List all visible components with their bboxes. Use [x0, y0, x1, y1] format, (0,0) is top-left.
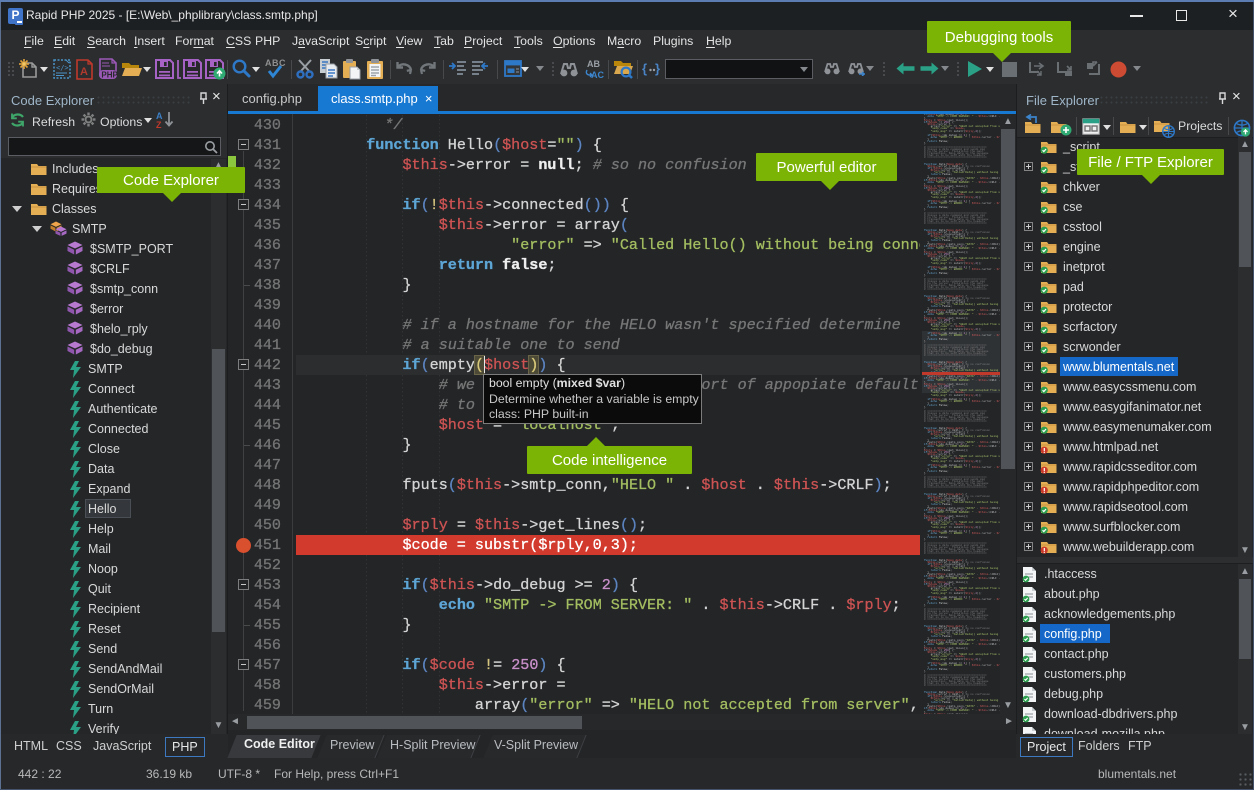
svg-text:AC: AC — [591, 70, 604, 80]
svg-text:ABC: ABC — [265, 58, 286, 68]
svg-text:AB: AB — [587, 59, 600, 69]
svg-text:}: } — [655, 61, 660, 76]
svg-text:</>: </> — [56, 64, 69, 72]
svg-text:{: { — [642, 61, 647, 76]
svg-text:A: A — [80, 66, 88, 78]
svg-text:Z: Z — [156, 120, 162, 128]
svg-text:PHP: PHP — [101, 71, 118, 80]
